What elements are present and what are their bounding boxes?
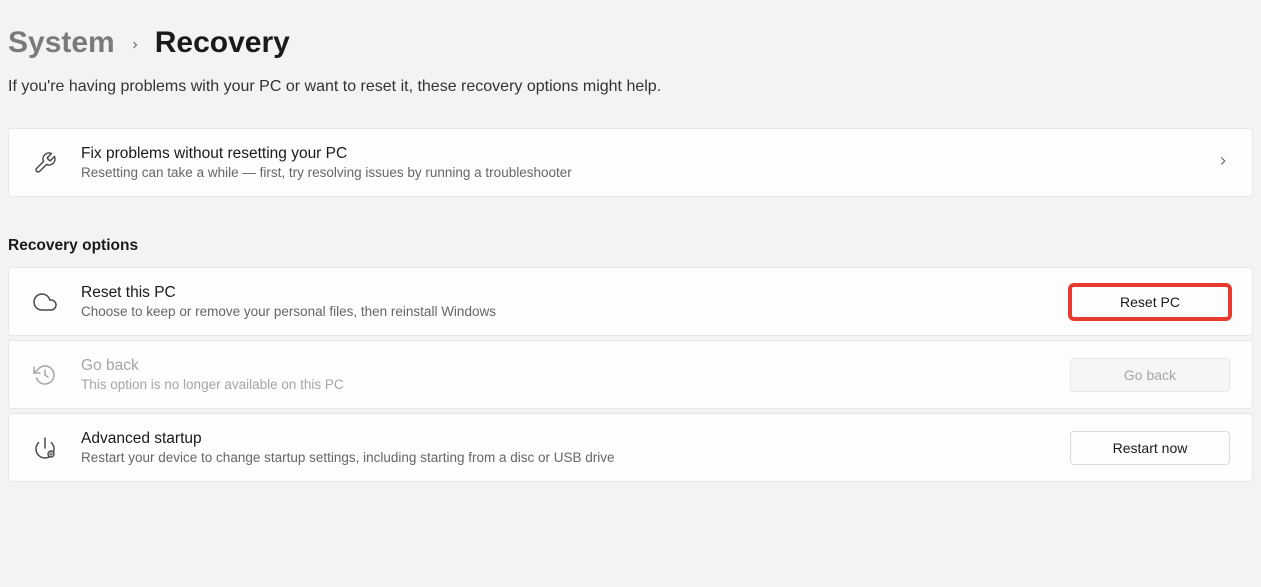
advanced-startup-card: Advanced startup Restart your device to … [8, 413, 1253, 482]
breadcrumb-parent[interactable]: System [8, 26, 115, 60]
power-gear-icon [31, 434, 59, 462]
page-subtitle: If you're having problems with your PC o… [8, 78, 1253, 96]
reset-pc-button[interactable]: Reset PC [1070, 285, 1230, 319]
troubleshoot-desc: Resetting can take a while — first, try … [81, 165, 1216, 180]
breadcrumb: System Recovery [8, 26, 1253, 60]
recovery-options-heading: Recovery options [8, 237, 1253, 255]
reset-pc-title: Reset this PC [81, 284, 1070, 302]
advanced-startup-title: Advanced startup [81, 430, 1070, 448]
history-icon [31, 361, 59, 389]
go-back-button: Go back [1070, 358, 1230, 392]
troubleshoot-title: Fix problems without resetting your PC [81, 145, 1216, 163]
advanced-startup-desc: Restart your device to change startup se… [81, 450, 1070, 465]
chevron-right-icon [129, 35, 141, 56]
go-back-card: Go back This option is no longer availab… [8, 340, 1253, 409]
restart-now-button[interactable]: Restart now [1070, 431, 1230, 465]
wrench-icon [31, 149, 59, 177]
troubleshoot-card[interactable]: Fix problems without resetting your PC R… [8, 128, 1253, 197]
reset-pc-desc: Choose to keep or remove your personal f… [81, 304, 1070, 319]
page-title: Recovery [155, 26, 290, 60]
reset-pc-card: Reset this PC Choose to keep or remove y… [8, 267, 1253, 336]
go-back-title: Go back [81, 357, 1070, 375]
chevron-right-icon [1216, 152, 1230, 173]
go-back-desc: This option is no longer available on th… [81, 377, 1070, 392]
cloud-reset-icon [31, 288, 59, 316]
